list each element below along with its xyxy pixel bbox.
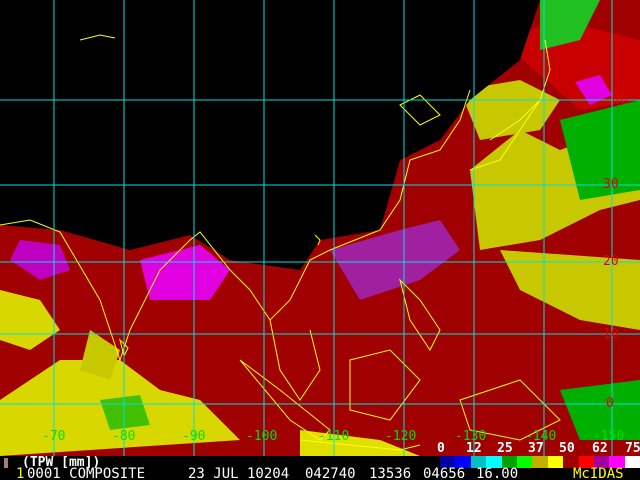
lon-label: -100 bbox=[246, 429, 278, 444]
lat-label: 40 bbox=[612, 93, 628, 108]
line-value: 04656 bbox=[423, 466, 466, 480]
lon-label: -90 bbox=[182, 429, 206, 444]
colorbar-swatch bbox=[624, 456, 640, 468]
elem-value: 13536 bbox=[369, 466, 412, 480]
colorbar-swatch bbox=[516, 456, 533, 468]
lon-label: -70 bbox=[42, 429, 66, 444]
lon-label: -110 bbox=[318, 429, 350, 444]
lat-label: 10 bbox=[603, 327, 619, 342]
satellite-image-viewer: -70 -80 -90 -100 -110 -120 -130 -140 -15… bbox=[0, 0, 640, 480]
image-date: 23 JUL 10204 bbox=[188, 466, 290, 480]
frame-number: 1 bbox=[16, 466, 25, 480]
tpw-map bbox=[0, 0, 640, 456]
mcidas-logo: McIDAS bbox=[573, 466, 624, 480]
lat-label: 30 bbox=[603, 177, 619, 192]
lon-label: -80 bbox=[112, 429, 136, 444]
colorbar-label: 37 bbox=[528, 441, 544, 456]
lat-label: 20 bbox=[603, 254, 619, 269]
lon-label: -120 bbox=[385, 429, 417, 444]
colorbar-label: 75 bbox=[625, 441, 640, 456]
colorbar-label: 12 bbox=[466, 441, 482, 456]
colorbar-swatch bbox=[532, 456, 548, 468]
colorbar-label: 50 bbox=[559, 441, 575, 456]
frame-marker bbox=[4, 458, 8, 468]
lat-label: 0 bbox=[606, 396, 614, 411]
image-time: 042740 bbox=[305, 466, 356, 480]
colorbar-label: 62 bbox=[592, 441, 608, 456]
colorbar-swatch bbox=[547, 456, 564, 468]
resolution-value: 16.00 bbox=[476, 466, 519, 480]
colorbar-label: 25 bbox=[497, 441, 513, 456]
colorbar-label: 0 bbox=[437, 441, 445, 456]
source-label: 0001 COMPOSITE bbox=[27, 466, 146, 480]
